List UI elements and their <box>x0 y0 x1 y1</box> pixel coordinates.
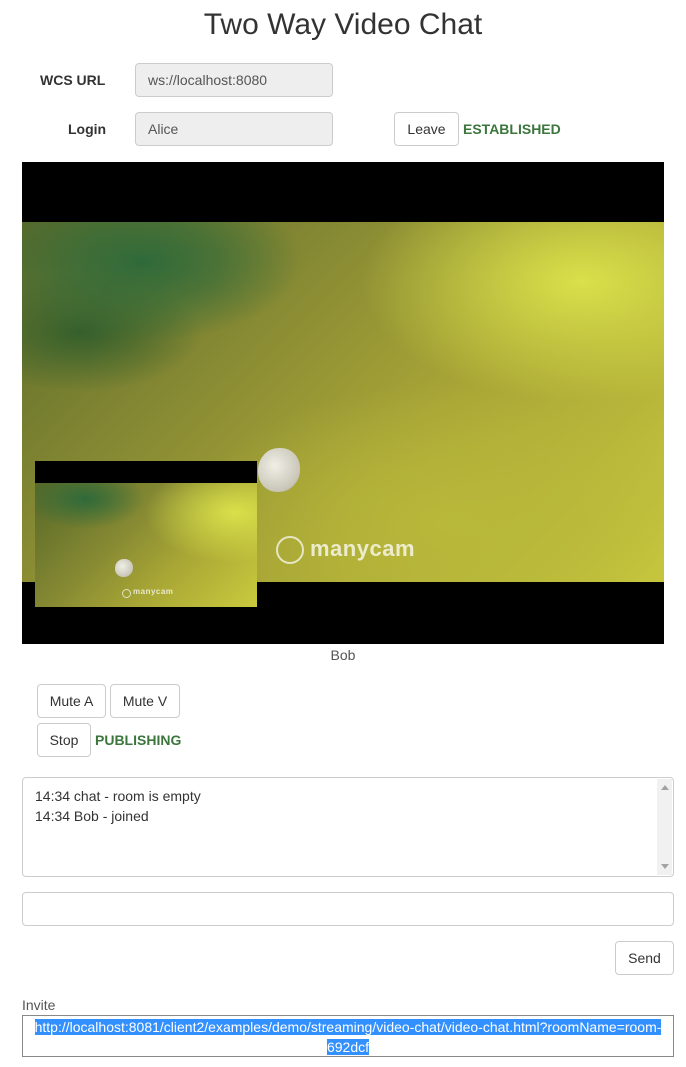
chat-scrollbar[interactable] <box>657 779 672 875</box>
invite-url-field[interactable]: http://localhost:8081/client2/examples/d… <box>22 1015 674 1057</box>
login-label: Login <box>68 121 107 137</box>
remote-video: manycam manycam <box>22 162 664 644</box>
watermark-text: manycam <box>310 536 416 561</box>
chat-message: 14:34 Bob - joined <box>35 808 149 824</box>
invite-url-line1: http://localhost:8081/client2/examples/d… <box>34 1019 662 1035</box>
video-subject <box>258 448 300 492</box>
invite-url-line2: 692dcf <box>326 1039 370 1055</box>
login-field[interactable]: Alice <box>135 112 333 146</box>
scroll-down-icon[interactable] <box>661 864 669 869</box>
publish-status: PUBLISHING <box>95 732 182 748</box>
remote-participant-name: Bob <box>330 647 356 663</box>
stop-button[interactable]: Stop <box>37 723 91 757</box>
chat-message: 14:34 chat - room is empty <box>35 788 201 804</box>
watermark-logo-icon <box>276 536 304 564</box>
preview-watermark-text: manycam <box>133 587 174 596</box>
wcs-url-label: WCS URL <box>40 72 106 88</box>
preview-subject <box>115 559 133 577</box>
chat-message-input[interactable] <box>22 892 674 926</box>
invite-label: Invite <box>22 997 56 1013</box>
mute-audio-button[interactable]: Mute A <box>37 684 106 718</box>
local-video-preview: manycam <box>35 461 257 607</box>
chat-log[interactable]: 14:34 chat - room is empty 14:34 Bob - j… <box>22 777 674 877</box>
send-button[interactable]: Send <box>615 941 674 975</box>
page-title: Two Way Video Chat <box>203 8 483 41</box>
connection-status: ESTABLISHED <box>463 121 561 137</box>
scroll-up-icon[interactable] <box>661 785 669 790</box>
mute-video-button[interactable]: Mute V <box>110 684 180 718</box>
wcs-url-field[interactable]: ws://localhost:8080 <box>135 63 333 97</box>
preview-watermark-logo-icon <box>122 589 131 598</box>
local-video-frame: manycam <box>35 483 257 607</box>
leave-button[interactable]: Leave <box>394 112 459 146</box>
